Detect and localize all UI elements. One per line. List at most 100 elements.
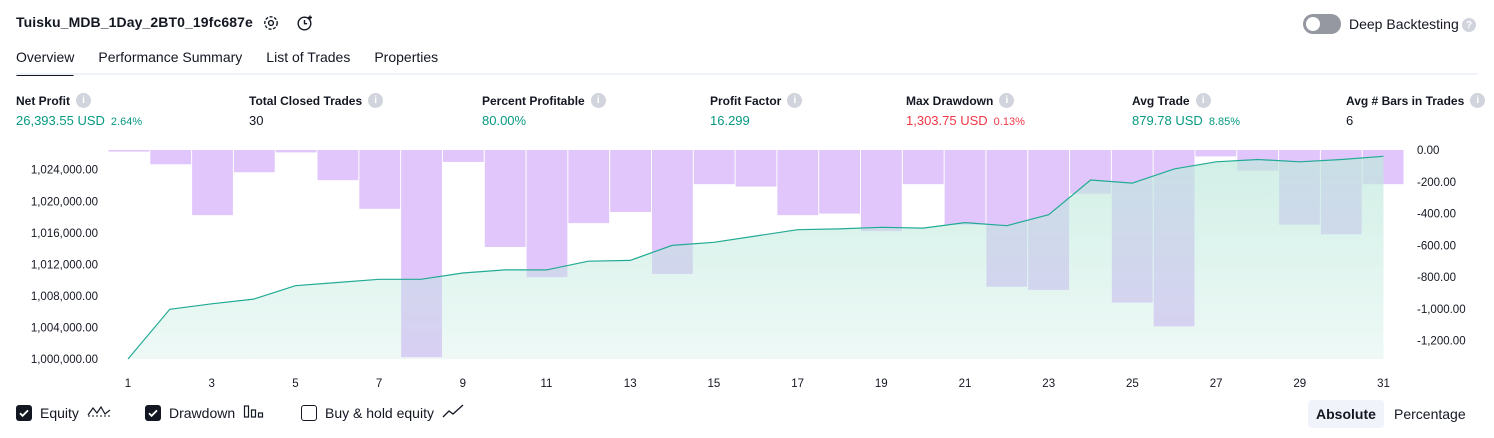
equity-checkbox[interactable]: [16, 404, 32, 421]
metric-percent-profitable: Percent Profitable i 80.00%: [482, 93, 606, 128]
x-tick-label: 25: [1126, 378, 1139, 390]
info-icon[interactable]: i: [368, 93, 384, 108]
y-left-tick-label: 1,016,000.00: [31, 228, 98, 240]
metric-label: Avg # Bars in Trades: [1346, 93, 1465, 108]
metric-label: Total Closed Trades: [249, 93, 363, 108]
profit-factor-value: 16.299: [710, 113, 750, 128]
x-tick-label: 19: [875, 378, 888, 390]
avg-trade-percent: 8.85%: [1208, 116, 1241, 128]
deep-backtesting-toggle[interactable]: [1303, 14, 1341, 34]
metric-label: Profit Factor: [710, 93, 782, 108]
y-left-tick-label: 1,000,000.00: [31, 354, 98, 366]
total-closed-trades-value: 30: [249, 113, 264, 128]
drawdown-bar: [233, 150, 275, 173]
x-tick-label: 11: [541, 378, 553, 390]
help-question-icon[interactable]: ?: [1462, 18, 1476, 32]
y-right-tick-label: -800.00: [1417, 272, 1456, 284]
drawdown-bar: [442, 150, 484, 162]
drawdown-bar: [484, 150, 526, 247]
y-right-tick-label: -600.00: [1417, 240, 1456, 252]
buy-hold-line-icon: [442, 403, 464, 422]
drawdown-checkbox[interactable]: [145, 404, 161, 421]
buy-hold-label: Buy & hold equity: [325, 404, 434, 421]
drawdown-bar: [735, 150, 777, 187]
y-right-tick-label: -1,200.00: [1417, 336, 1466, 348]
x-tick-label: 29: [1293, 378, 1306, 390]
info-icon[interactable]: i: [787, 93, 803, 108]
metric-label: Max Drawdown: [906, 93, 994, 108]
metric-max-drawdown: Max Drawdown i 1,303.75 USD 0.13%: [906, 93, 1025, 128]
x-tick-label: 1: [125, 378, 131, 390]
metric-profit-factor: Profit Factor i 16.299: [710, 93, 803, 128]
x-tick-label: 23: [1042, 378, 1055, 390]
deep-backtesting-label: Deep Backtesting: [1349, 16, 1459, 32]
tab-overview[interactable]: Overview: [16, 46, 75, 76]
equity-toggle[interactable]: Equity: [16, 403, 111, 422]
equity-drawdown-chart[interactable]: 1,000,000.00 1,004,000.00 1,008,000.00 1,01…: [0, 140, 1494, 395]
x-tick-label: 31: [1377, 378, 1390, 390]
x-tick-label: 5: [292, 378, 298, 390]
max-drawdown-value: 1,303.75 USD: [906, 113, 988, 128]
net-profit-value: 26,393.55 USD: [16, 113, 105, 128]
drawdown-bar: [568, 150, 610, 224]
drawdown-bar: [359, 150, 401, 209]
y-left-tick-label: 1,024,000.00: [31, 165, 98, 177]
drawdown-bars-icon: [243, 403, 265, 422]
drawdown-bar: [902, 150, 944, 185]
drawdown-bar: [150, 150, 192, 165]
x-tick-label: 15: [708, 378, 721, 390]
y-left-tick-label: 1,012,000.00: [31, 259, 98, 271]
tab-list-of-trades[interactable]: List of Trades: [266, 46, 350, 76]
x-tick-label: 21: [959, 378, 972, 390]
drawdown-bar: [693, 150, 735, 185]
x-tick-label: 17: [791, 378, 804, 390]
add-alert-clock-icon[interactable]: [295, 13, 315, 33]
buy-hold-toggle[interactable]: Buy & hold equity: [301, 403, 464, 422]
max-drawdown-percent: 0.13%: [993, 116, 1025, 128]
drawdown-bar: [819, 150, 861, 214]
absolute-button[interactable]: Absolute: [1308, 400, 1384, 428]
info-icon[interactable]: i: [590, 93, 606, 108]
metric-label: Avg Trade: [1132, 93, 1190, 108]
metric-net-profit: Net Profit i 26,393.55 USD 2.64%: [16, 93, 142, 128]
drawdown-bar: [944, 150, 986, 225]
avg-trade-value: 879.78 USD: [1132, 113, 1203, 128]
tab-performance-summary[interactable]: Performance Summary: [98, 46, 242, 76]
drawdown-bar: [526, 150, 568, 278]
tabs-divider: [16, 73, 1478, 75]
y-left-tick-label: 1,020,000.00: [31, 196, 98, 208]
y-left-tick-label: 1,008,000.00: [31, 291, 98, 303]
y-left-tick-label: 1,004,000.00: [31, 322, 98, 334]
drawdown-bar: [610, 150, 651, 212]
drawdown-bar: [1195, 150, 1237, 157]
x-tick-label: 9: [460, 378, 466, 390]
buy-hold-checkbox[interactable]: [301, 404, 317, 421]
equity-line-icon: [87, 403, 111, 422]
report-tabs: Overview Performance Summary List of Tra…: [16, 46, 462, 76]
x-tick-label: 3: [208, 378, 214, 390]
avg-bars-value: 6: [1346, 113, 1354, 128]
equity-area: [128, 156, 1384, 359]
drawdown-bar: [192, 150, 233, 216]
tab-properties[interactable]: Properties: [374, 46, 438, 76]
metric-avg-trade: Avg Trade i 879.78 USD 8.85%: [1132, 93, 1240, 128]
x-tick-label: 7: [376, 378, 382, 390]
drawdown-label: Drawdown: [169, 404, 236, 421]
percent-profitable-value: 80.00%: [482, 113, 527, 128]
metric-label: Net Profit: [16, 93, 70, 108]
net-profit-percent: 2.64%: [110, 116, 143, 128]
percentage-button[interactable]: Percentage: [1386, 400, 1474, 428]
metric-avg-bars: Avg # Bars in Trades i 6: [1346, 93, 1486, 128]
info-icon[interactable]: i: [999, 93, 1015, 108]
settings-gear-icon[interactable]: [261, 13, 281, 33]
drawdown-bar: [777, 150, 819, 216]
info-icon[interactable]: i: [1195, 93, 1211, 108]
info-icon[interactable]: i: [76, 93, 91, 108]
x-tick-label: 13: [624, 378, 637, 390]
y-right-tick-label: -1,000.00: [1417, 304, 1466, 316]
drawdown-toggle[interactable]: Drawdown: [145, 403, 265, 422]
y-right-tick-label: 0.00: [1417, 145, 1439, 157]
info-icon[interactable]: i: [1470, 93, 1486, 108]
drawdown-bar: [317, 150, 359, 181]
drawdown-bar: [108, 150, 150, 152]
